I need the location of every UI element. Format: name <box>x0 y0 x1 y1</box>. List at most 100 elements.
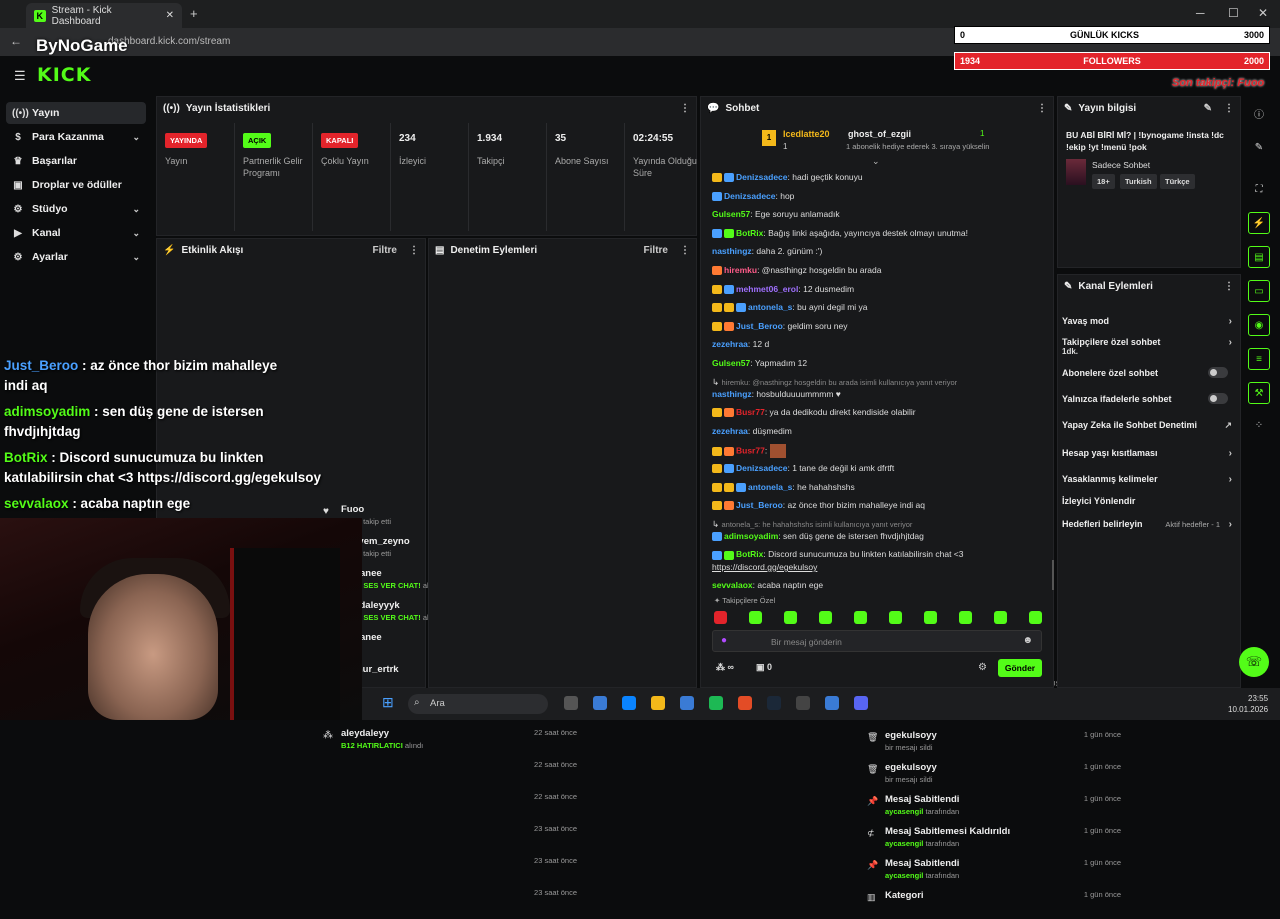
kick-logo[interactable]: KICK <box>37 64 91 86</box>
chat-icon[interactable]: ▭ <box>1248 280 1270 302</box>
moderation-item[interactable]: 📌 Mesaj Sabitlendi aycasengil tarafından 1 … <box>865 791 1121 823</box>
sidebar-item-basarilar[interactable]: ♛ Başarılar <box>6 150 146 172</box>
browser-tab[interactable]: K Stream - Kick Dashboard ✕ <box>26 3 182 28</box>
chat-message[interactable]: Denizsadece: hadi geçtik konuyu <box>712 172 863 183</box>
menu-icon[interactable]: ☰ <box>14 68 26 84</box>
taskbar-search[interactable]: Ara <box>408 694 548 714</box>
chat-scrollbar[interactable] <box>1052 560 1054 590</box>
emote-icon[interactable] <box>994 611 1007 624</box>
chat-username[interactable]: nasthingz <box>712 389 752 399</box>
chat-username[interactable]: BotRix <box>736 228 763 238</box>
more-icon[interactable]: ⋮ <box>409 245 419 256</box>
support-chat-icon[interactable]: ☏ <box>1239 647 1269 677</box>
edit-icon[interactable]: ✎ <box>1248 136 1270 158</box>
maximize-icon[interactable]: ☐ <box>1228 6 1239 20</box>
emote-icon[interactable] <box>1029 611 1042 624</box>
obs-icon[interactable] <box>796 696 810 710</box>
activity-item[interactable]: 22 saat önce <box>321 757 577 789</box>
chat-message[interactable]: zezehraa: 12 d <box>712 339 769 349</box>
chat-link[interactable]: https://discord.gg/egekulsoy <box>712 562 817 572</box>
chat-username[interactable]: Busr77 <box>736 446 765 456</box>
close-tab-icon[interactable]: ✕ <box>166 10 174 21</box>
new-tab-icon[interactable]: + <box>190 6 198 21</box>
minimize-icon[interactable]: ─ <box>1196 6 1205 20</box>
chat-username[interactable]: mehmet06_erol <box>736 284 798 294</box>
chat-message[interactable]: Busr77: <box>712 444 787 459</box>
broadcast-icon[interactable]: ◉ <box>1248 314 1270 336</box>
channel-action-item[interactable]: Yapay Zeka ile Sohbet Denetimi ↗ <box>1062 420 1232 430</box>
chat-message[interactable]: BotRix: Discord sunucumuza bu linkten ka… <box>712 549 963 560</box>
chat-message[interactable]: Just_Beroo: geldim soru ney <box>712 321 848 332</box>
chat-username[interactable]: Denizsadece <box>724 191 776 201</box>
more-icon[interactable]: ⋮ <box>680 245 690 256</box>
sidebar-item-droplar[interactable]: ▣ Droplar ve ödüller <box>6 174 146 196</box>
emote-icon[interactable] <box>924 611 937 624</box>
chat-input[interactable]: ● Bir mesaj gönderin ☻ <box>712 630 1042 652</box>
chat-username[interactable]: antonela_s <box>748 482 792 492</box>
chat-username[interactable]: Busr77 <box>736 407 765 417</box>
send-button[interactable]: Gönder <box>998 659 1042 677</box>
chat-message[interactable]: antonela_s: bu ayni degil mi ya <box>712 302 868 313</box>
chat-username[interactable]: Gulsen57 <box>712 358 750 368</box>
sidebar-item-para-kazanma[interactable]: $ Para Kazanma ⌄ <box>6 126 146 148</box>
chat-message[interactable]: Gulsen57: Ege soruyu anlamadık <box>712 209 840 219</box>
moderation-item[interactable]: ⊄ Mesaj Sabitlemesi Kaldırıldı aycasengil … <box>865 823 1121 855</box>
mic-icon[interactable]: ● <box>721 635 727 646</box>
chat-message[interactable]: Just_Beroo: az önce thor bizim mahalleye… <box>712 500 925 511</box>
channel-action-item[interactable]: Yasaklanmış kelimeler › <box>1062 474 1232 485</box>
category-name[interactable]: Sadece Sohbet <box>1092 160 1150 170</box>
channel-action-item[interactable]: Hesap yaşı kısıtlaması › <box>1062 448 1232 459</box>
edge-icon[interactable] <box>622 696 636 710</box>
chat-username[interactable]: zezehraa <box>712 339 748 349</box>
chat-message[interactable]: adimsoyadim: sen düş gene de istersen fh… <box>712 531 924 542</box>
points-display[interactable]: ⁂ ∞ <box>716 662 734 673</box>
fullscreen-icon[interactable]: ⛶ <box>1248 178 1270 200</box>
emote-icon[interactable] <box>784 611 797 624</box>
chrome-icon[interactable] <box>738 696 752 710</box>
chat-username[interactable]: Just_Beroo <box>736 321 783 331</box>
discord-icon[interactable] <box>854 696 868 710</box>
moderation-item[interactable]: 📌 Mesaj Sabitlendi aycasengil tarafından 1 … <box>865 855 1121 887</box>
emote-icon[interactable] <box>854 611 867 624</box>
dots-icon[interactable]: ⁘ <box>1248 414 1270 436</box>
chat-username[interactable]: antonela_s <box>748 302 792 312</box>
chat-username[interactable]: nasthingz <box>712 246 752 256</box>
tag-turkish[interactable]: Turkish <box>1120 174 1157 189</box>
activity-item[interactable]: ⁂ aleydaleyy B12 HATIRLATICI alındı 22 saat… <box>321 725 577 757</box>
chat-username[interactable]: BotRix <box>736 549 763 559</box>
edit-icon[interactable]: ✎ <box>1204 103 1212 114</box>
gift-counter[interactable]: ▣ 0 <box>756 662 772 673</box>
chat-message[interactable]: Denizsadece: 1 tane de değil ki amk dfrt… <box>712 463 894 474</box>
chat-username[interactable]: adimsoyadim <box>724 531 778 541</box>
info-icon[interactable]: ⓘ <box>1248 102 1270 124</box>
spotify-icon[interactable] <box>709 696 723 710</box>
chat-message[interactable]: hiremku: @nasthingz hosgeldin bu arada <box>712 265 882 276</box>
chat-message[interactable]: antonela_s: he hahahshshs <box>712 482 855 492</box>
chat-message[interactable]: mehmet06_erol: 12 dusmedim <box>712 284 854 294</box>
tag-adult[interactable]: 18+ <box>1092 174 1115 189</box>
chat-message[interactable]: Gulsen57: Yapmadım 12 <box>712 358 807 368</box>
chat-username[interactable]: sevvalaox <box>712 580 753 590</box>
gift-user-name[interactable]: ghost_of_ezgii <box>848 129 911 139</box>
moderation-item[interactable]: ▥ Kategori 1 gün önce <box>865 887 1121 919</box>
close-window-icon[interactable]: ✕ <box>1258 6 1268 20</box>
collapse-icon[interactable]: ⌄ <box>872 156 880 167</box>
chat-message[interactable]: Denizsadece: hop <box>712 191 794 201</box>
sidebar-item-ayarlar[interactable]: ⚙ Ayarlar ⌄ <box>6 246 146 268</box>
steam-icon[interactable] <box>767 696 781 710</box>
chat-message[interactable]: nasthingz: daha 2. günüm :') <box>712 246 822 256</box>
channel-action-item[interactable]: Yavaş mod › <box>1062 316 1232 327</box>
emoji-icon[interactable]: ☻ <box>1022 635 1033 646</box>
emote-icon[interactable] <box>889 611 902 624</box>
channel-action-item[interactable]: İzleyici Yönlendir <box>1062 496 1232 506</box>
channel-action-item[interactable]: Abonelere özel sohbet <box>1062 367 1232 378</box>
chat-message[interactable]: sevvalaox: acaba naptın ege <box>712 580 823 590</box>
activity-item[interactable]: 23 saat önce <box>321 885 577 917</box>
activity-item[interactable]: 23 saat önce <box>321 821 577 853</box>
files-icon[interactable] <box>564 696 578 710</box>
more-icon[interactable]: ⋮ <box>1224 103 1234 114</box>
tag-turkce[interactable]: Türkçe <box>1160 174 1195 189</box>
notes-icon[interactable]: ▤ <box>1248 246 1270 268</box>
windows-start-icon[interactable]: ⊞ <box>382 694 394 711</box>
app-icon[interactable] <box>825 696 839 710</box>
